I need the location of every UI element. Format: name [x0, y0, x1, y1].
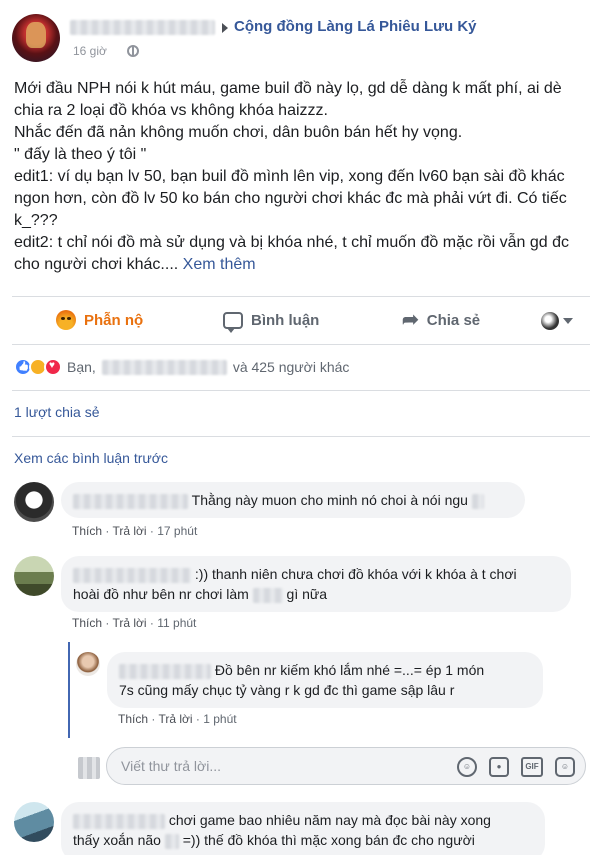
redacted-text	[164, 833, 179, 849]
comment-bubble: Thằng này muon cho minh nó choi à nói ng…	[61, 482, 525, 518]
divider	[12, 296, 590, 297]
post-header: Cộng đồng Làng Lá Phiêu Lưu Ký 16 giờ	[12, 14, 592, 66]
emoji-icon[interactable]: ☺	[457, 757, 477, 777]
angry-icon	[56, 310, 76, 330]
avatar	[78, 757, 100, 779]
comment-text: gì nữa	[286, 586, 328, 602]
reactions-count: và 425 người khác	[232, 359, 350, 375]
comment-text: 7s cũng mấy chục tỷ vàng r k gd đc thì g…	[119, 682, 455, 698]
see-more-link[interactable]: Xem thêm	[183, 256, 256, 273]
comment-time[interactable]: 11 phút	[157, 616, 196, 630]
avatar[interactable]	[14, 802, 54, 842]
comment-time[interactable]: 17 phút	[157, 524, 197, 538]
commenter-name-redacted[interactable]	[73, 567, 191, 583]
post-body: Mới đầu NPH nói k hút máu, game buil đồ …	[14, 78, 589, 276]
comment-line: chơi game bao nhiêu năm nay mà đọc bài n…	[73, 810, 533, 830]
comment-text: Thằng này muon cho minh nó choi à nói ng…	[191, 492, 468, 508]
redacted-text	[471, 493, 484, 509]
comment-time[interactable]: 1 phút	[203, 712, 236, 726]
gif-icon[interactable]: GIF	[521, 757, 543, 777]
globe-icon[interactable]	[127, 45, 139, 57]
react-label: Phẫn nộ	[84, 311, 144, 329]
reply-link[interactable]: Trả lời	[112, 524, 146, 538]
post-paragraph: edit1: ví dụ bạn lv 50, bạn buil đồ mình…	[14, 168, 567, 229]
reply-tools: ☺ ● GIF ☺	[457, 757, 575, 777]
share-label: Chia sẻ	[426, 311, 481, 329]
poster-avatar[interactable]	[12, 14, 60, 62]
comment-bubble: chơi game bao nhiêu năm nay mà đọc bài n…	[61, 802, 545, 855]
comment-line: thấy xoắn não =)) thế đồ khóa thì mặc xo…	[73, 830, 533, 850]
react-button[interactable]: Phẫn nộ	[56, 306, 143, 334]
reply-thread-line	[68, 642, 70, 738]
comment-bubble: Đồ bên nr kiếm khó lắm nhé =...= ép 1 mó…	[107, 652, 543, 708]
avatar[interactable]	[14, 482, 54, 522]
redacted-names	[101, 359, 227, 375]
comment-text: :)) thanh niên chưa chơi đồ khóa với k k…	[194, 566, 517, 582]
chevron-down-icon	[563, 318, 573, 324]
comment-text: hoài đồ như bên nr chơi làm	[73, 586, 249, 602]
like-link[interactable]: Thích	[72, 616, 102, 630]
reactions-prefix: Bạn,	[67, 359, 96, 375]
sticker-icon[interactable]: ☺	[555, 757, 575, 777]
redacted-text	[252, 587, 283, 603]
post-paragraph-last: edit2: t chỉ nói đồ mà sử dụng và bị khó…	[14, 232, 589, 276]
post-paragraph-text: edit2: t chỉ nói đồ mà sử dụng và bị khó…	[14, 234, 570, 273]
comment-line: Đồ bên nr kiếm khó lắm nhé =...= ép 1 mó…	[119, 660, 531, 680]
reply-input[interactable]: Viết thư trả lời... ☺ ● GIF ☺	[106, 747, 586, 785]
comment-text: =)) thế đồ khóa thì mặc xong bán đc cho …	[182, 832, 475, 848]
avatar[interactable]	[14, 556, 54, 596]
post-paragraph: Mới đầu NPH nói k hút máu, game buil đồ …	[14, 80, 562, 119]
comment-bubble: :)) thanh niên chưa chơi đồ khóa với k k…	[61, 556, 571, 612]
profile-selector[interactable]	[541, 312, 573, 330]
share-button[interactable]: ➦ Chia sẻ	[402, 306, 480, 334]
comment-meta: Thích · Trả lời · 1 phút	[118, 712, 237, 726]
love-icon	[44, 358, 62, 376]
avatar	[541, 312, 559, 330]
post-paragraph: " đấy là theo ý tôi "	[14, 146, 147, 163]
shares-count[interactable]: 1 lượt chia sẻ	[14, 404, 99, 420]
share-icon: ➦	[402, 309, 419, 331]
comment-meta: Thích · Trả lời · 17 phút	[72, 524, 198, 538]
post-timestamp[interactable]: 16 giờ	[73, 44, 107, 58]
commenter-name-redacted[interactable]	[73, 813, 165, 829]
divider	[12, 390, 590, 391]
avatar[interactable]	[76, 652, 100, 676]
camera-icon[interactable]: ●	[489, 757, 509, 777]
commenter-name-redacted[interactable]	[119, 663, 211, 679]
reply-link[interactable]: Trả lời	[158, 712, 192, 726]
reply-placeholder: Viết thư trả lời...	[121, 758, 221, 774]
comment-meta: Thích · Trả lời · 11 phút	[72, 616, 197, 630]
view-previous-comments[interactable]: Xem các bình luận trước	[14, 450, 168, 466]
like-link[interactable]: Thích	[72, 524, 102, 538]
comment-button[interactable]: Bình luận	[223, 306, 319, 334]
reactions-summary[interactable]: Bạn, và 425 người khác	[14, 358, 349, 376]
like-link[interactable]: Thích	[118, 712, 148, 726]
comment-icon	[223, 311, 243, 333]
divider	[12, 436, 590, 437]
comment-text: thấy xoắn não	[73, 832, 161, 848]
group-name-link[interactable]: Cộng đồng Làng Lá Phiêu Lưu Ký	[234, 18, 477, 35]
comment-label: Bình luận	[251, 311, 320, 329]
commenter-name-redacted[interactable]	[73, 493, 188, 509]
comment-text: Đồ bên nr kiếm khó lắm nhé =...= ép 1 mó…	[214, 662, 485, 678]
comment-line: hoài đồ như bên nr chơi làm gì nữa	[73, 584, 559, 604]
arrow-right-icon	[222, 23, 228, 33]
reply-link[interactable]: Trả lời	[112, 616, 146, 630]
divider	[12, 344, 590, 345]
comment-line: :)) thanh niên chưa chơi đồ khóa với k k…	[73, 564, 559, 584]
comment-text: chơi game bao nhiêu năm nay mà đọc bài n…	[168, 812, 491, 828]
post-paragraph: Nhắc đến đã nản không muốn chơi, dân buô…	[14, 124, 463, 141]
poster-name-redacted[interactable]	[70, 20, 215, 35]
